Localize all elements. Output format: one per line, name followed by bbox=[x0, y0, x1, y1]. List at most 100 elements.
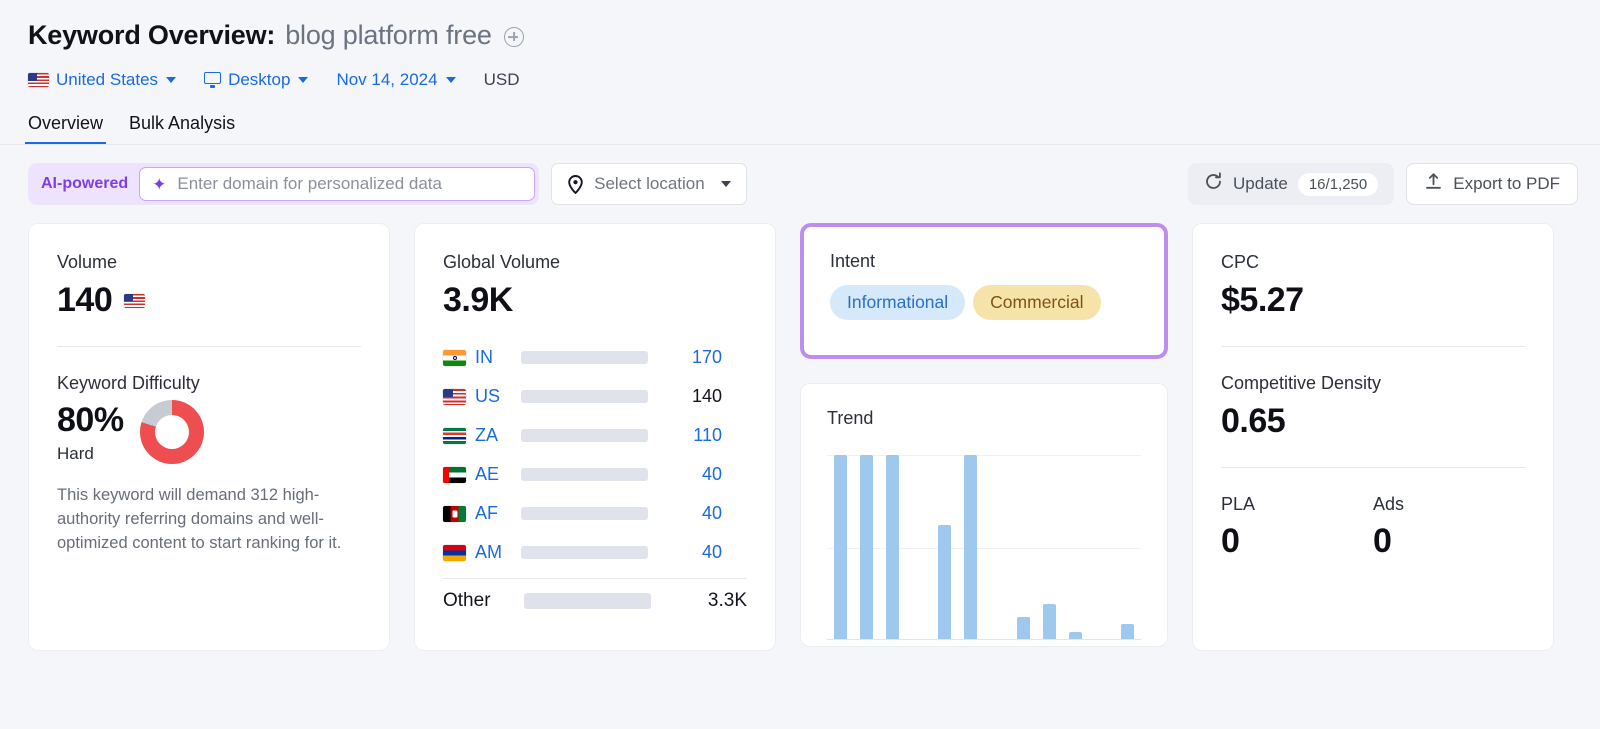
tab-overview-label: Overview bbox=[28, 113, 103, 133]
global-volume-row[interactable]: AF 40 bbox=[443, 494, 747, 533]
trend-bar-slot[interactable] bbox=[1115, 455, 1141, 639]
country-volume-bar bbox=[521, 351, 648, 364]
page-title-keyword: blog platform free bbox=[285, 20, 492, 51]
global-volume-country-list: IN170US140ZA110AE40AF40AM40 bbox=[443, 338, 747, 572]
keyword-overview-page: Keyword Overview: blog platform free Uni… bbox=[0, 0, 1600, 729]
keyword-difficulty-word: Hard bbox=[57, 444, 124, 464]
axis-line bbox=[827, 639, 1141, 640]
intent-label: Intent bbox=[830, 251, 1138, 272]
country-volume-bar bbox=[521, 429, 648, 442]
domain-input-wrapper[interactable]: ✦ Enter domain for personalized data bbox=[139, 167, 535, 201]
ai-powered-badge: AI-powered bbox=[41, 175, 128, 193]
export-to-pdf-button[interactable]: Export to PDF bbox=[1406, 163, 1578, 205]
currency-label: USD bbox=[484, 70, 520, 90]
keyword-difficulty-label: Keyword Difficulty bbox=[57, 373, 361, 394]
intent-card: Intent Informational Commercial bbox=[804, 227, 1164, 355]
tab-overview[interactable]: Overview bbox=[28, 113, 103, 145]
add-keyword-icon[interactable] bbox=[504, 27, 524, 47]
global-volume-value: 3.9K bbox=[443, 281, 747, 320]
sparkle-icon: ✦ bbox=[152, 176, 166, 193]
trend-bar-slot[interactable] bbox=[958, 455, 984, 639]
country-volume-bar bbox=[521, 507, 648, 520]
trend-bar-slot[interactable] bbox=[1089, 455, 1115, 639]
us-flag-icon bbox=[124, 294, 145, 308]
ads-label: Ads bbox=[1373, 494, 1525, 515]
chevron-down-icon bbox=[166, 77, 176, 83]
chevron-down-icon bbox=[298, 77, 308, 83]
trend-bar bbox=[860, 455, 873, 639]
global-volume-row[interactable]: AM40 bbox=[443, 533, 747, 572]
global-volume-row[interactable]: IN170 bbox=[443, 338, 747, 377]
other-bar bbox=[524, 593, 651, 609]
keyword-difficulty-row: 80% Hard bbox=[57, 400, 361, 464]
date-selector-label: Nov 14, 2024 bbox=[336, 70, 437, 90]
trend-chart bbox=[827, 455, 1141, 640]
trend-bar-slot[interactable] bbox=[1063, 455, 1089, 639]
domain-input-placeholder: Enter domain for personalized data bbox=[177, 174, 442, 194]
chevron-down-icon bbox=[446, 77, 456, 83]
other-value: 3.3K bbox=[708, 590, 747, 612]
competitive-density-label: Competitive Density bbox=[1221, 373, 1525, 394]
trend-bar-slot[interactable] bbox=[1010, 455, 1036, 639]
metrics-cards: Volume 140 Keyword Difficulty 80% Hard T… bbox=[0, 205, 1600, 651]
country-volume-value: 110 bbox=[658, 425, 722, 446]
tab-bulk-analysis[interactable]: Bulk Analysis bbox=[129, 113, 235, 145]
volume-value: 140 bbox=[57, 281, 112, 320]
global-volume-row[interactable]: US140 bbox=[443, 377, 747, 416]
country-volume-value: 40 bbox=[658, 542, 722, 563]
trend-bar-slot[interactable] bbox=[932, 455, 958, 639]
global-volume-row[interactable]: ZA 110 bbox=[443, 416, 747, 455]
trend-label: Trend bbox=[827, 408, 1141, 429]
global-volume-label: Global Volume bbox=[443, 252, 747, 273]
trend-bar bbox=[964, 455, 977, 639]
upload-icon bbox=[1424, 172, 1443, 196]
trend-bar-slot[interactable] bbox=[984, 455, 1010, 639]
header-filters: United States Desktop Nov 14, 2024 USD bbox=[28, 68, 1600, 92]
trend-bar bbox=[834, 455, 847, 639]
za-flag-icon bbox=[443, 428, 466, 444]
tab-divider bbox=[0, 144, 1600, 145]
tab-bulk-analysis-label: Bulk Analysis bbox=[129, 113, 235, 133]
us-flag-icon bbox=[28, 73, 49, 87]
country-code: AE bbox=[475, 464, 521, 485]
page-header: Keyword Overview: blog platform free Uni… bbox=[0, 0, 1600, 92]
country-code: AF bbox=[475, 503, 521, 524]
update-button[interactable]: Update 16/1,250 bbox=[1188, 163, 1394, 205]
country-volume-value: 40 bbox=[658, 503, 722, 524]
currency-value: USD bbox=[484, 70, 520, 90]
in-flag-icon bbox=[443, 350, 466, 366]
export-to-pdf-label: Export to PDF bbox=[1453, 174, 1560, 194]
intent-tags: Informational Commercial bbox=[830, 285, 1138, 320]
trend-bar bbox=[1069, 632, 1082, 639]
country-selector-label: United States bbox=[56, 70, 158, 90]
country-selector[interactable]: United States bbox=[28, 70, 176, 90]
country-volume-value: 40 bbox=[658, 464, 722, 485]
divider bbox=[1221, 467, 1525, 468]
intent-tag-informational[interactable]: Informational bbox=[830, 285, 965, 320]
trend-bar-slot[interactable] bbox=[1036, 455, 1062, 639]
toolbar-actions: Update 16/1,250 Export to PDF bbox=[1188, 163, 1578, 205]
global-volume-row[interactable]: AE 40 bbox=[443, 455, 747, 494]
pla-value: 0 bbox=[1221, 522, 1373, 561]
volume-value-row: 140 bbox=[57, 273, 361, 320]
trend-bar bbox=[1043, 604, 1056, 639]
cpc-card: CPC $5.27 Competitive Density 0.65 PLA 0… bbox=[1192, 223, 1554, 651]
trend-bar bbox=[1121, 624, 1134, 639]
country-code: IN bbox=[475, 347, 521, 368]
intent-tag-commercial[interactable]: Commercial bbox=[973, 285, 1100, 320]
trend-bar-slot[interactable] bbox=[853, 455, 879, 639]
trend-card: Trend bbox=[800, 383, 1168, 647]
trend-bar-slot[interactable] bbox=[827, 455, 853, 639]
keyword-difficulty-description: This keyword will demand 312 high-author… bbox=[57, 484, 361, 556]
trend-bar-slot[interactable] bbox=[906, 455, 932, 639]
location-selector[interactable]: Select location bbox=[551, 163, 747, 205]
date-selector[interactable]: Nov 14, 2024 bbox=[336, 70, 455, 90]
trend-bar bbox=[938, 525, 951, 639]
country-code: ZA bbox=[475, 425, 521, 446]
trend-bar-slot[interactable] bbox=[879, 455, 905, 639]
monitor-icon bbox=[204, 72, 221, 88]
page-title: Keyword Overview: blog platform free bbox=[28, 14, 1600, 56]
country-volume-value: 140 bbox=[658, 386, 722, 407]
trend-bar bbox=[886, 455, 899, 639]
device-selector[interactable]: Desktop bbox=[204, 70, 308, 90]
